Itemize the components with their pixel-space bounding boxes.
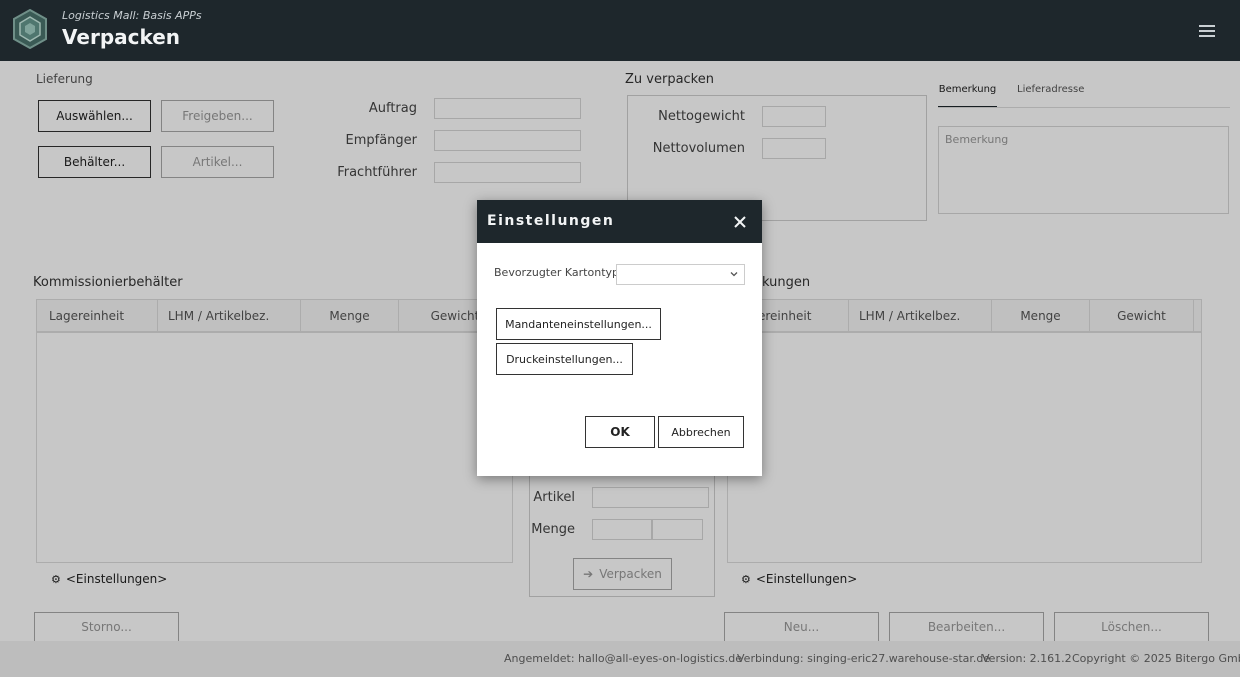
close-icon[interactable] (732, 214, 748, 230)
mandanteneinstellungen-button[interactable]: Mandanteneinstellungen... (496, 308, 661, 340)
app-subtitle: Logistics Mall: Basis APPs (62, 9, 202, 22)
ok-button[interactable]: OK (585, 416, 655, 448)
app-header: Logistics Mall: Basis APPs Verpacken (0, 0, 1240, 61)
cancel-button[interactable]: Abbrechen (658, 416, 744, 448)
settings-dialog: Einstellungen Bevorzugter Kartontyp Mand… (477, 200, 762, 476)
page-title: Verpacken (62, 25, 181, 49)
dialog-title: Einstellungen (487, 213, 615, 229)
hamburger-menu-icon[interactable] (1199, 25, 1215, 39)
dialog-header: Einstellungen (477, 200, 762, 243)
kartontyp-label: Bevorzugter Kartontyp (494, 266, 620, 279)
chevron-down-icon (730, 272, 738, 277)
druckeinstellungen-button[interactable]: Druckeinstellungen... (496, 343, 633, 375)
kartontyp-select[interactable] (616, 264, 745, 285)
app-logo-icon (13, 9, 47, 49)
